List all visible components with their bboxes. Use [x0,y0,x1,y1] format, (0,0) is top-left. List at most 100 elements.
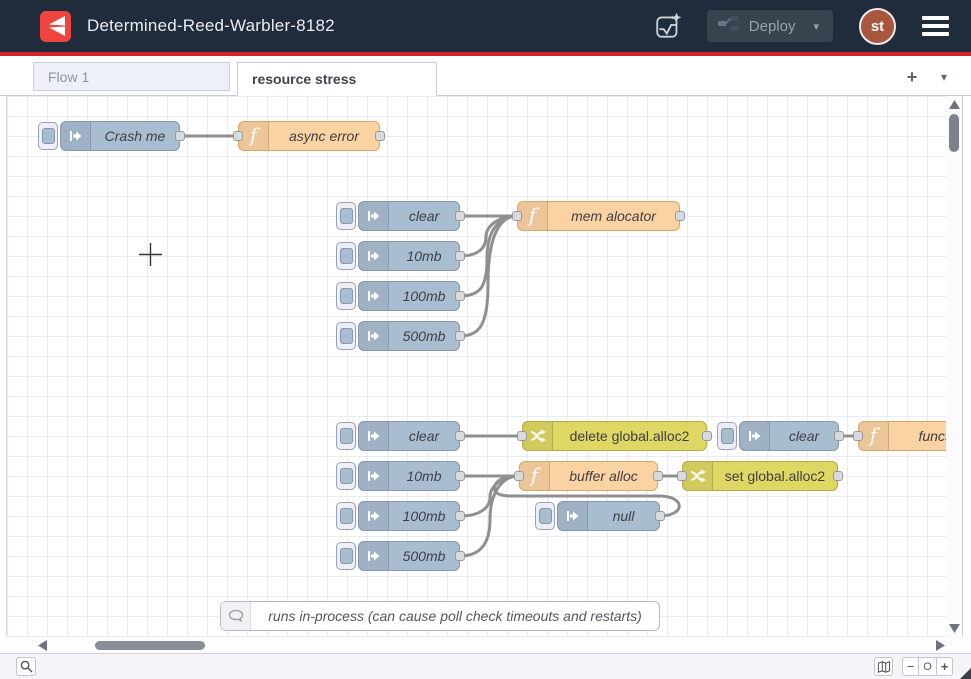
node-inject-500mb[interactable]: 500mb [336,541,460,571]
output-port[interactable] [675,211,685,221]
node-inject-clear[interactable]: clear [717,421,839,451]
output-port[interactable] [455,251,465,261]
inject-trigger-button[interactable] [717,422,737,450]
flowfuse-logo-icon[interactable] [40,11,71,42]
flow-workspace[interactable]: Crash me f async error clear [0,96,963,637]
node-inject-10mb[interactable]: 10mb [336,461,460,491]
inject-trigger-button[interactable] [336,462,356,490]
node-inject-clear[interactable]: clear [336,201,460,231]
comment-label: runs in-process (can cause poll check ti… [251,602,659,630]
deploy-node-icon [717,15,739,37]
deploy-caret-icon[interactable]: ▾ [809,20,823,33]
inject-icon [558,502,588,530]
node-function-mem-alocator[interactable]: f mem alocator [517,201,680,231]
inject-trigger-button[interactable] [38,122,58,150]
inject-icon [359,202,389,230]
inject-trigger-button[interactable] [336,202,356,230]
flow-assistant-icon[interactable] [649,7,689,45]
node-inject-100mb[interactable]: 100mb [336,501,460,531]
node-inject-500mb[interactable]: 500mb [336,321,460,351]
output-port[interactable] [702,431,712,441]
output-port[interactable] [455,331,465,341]
zoom-in-button[interactable]: + [936,657,953,676]
node-red-editor: Determined-Reed-Warbler-8182 Deploy ▾ [0,0,971,679]
node-label: 500mb [389,322,459,350]
main-menu-icon[interactable] [922,16,949,36]
user-avatar[interactable]: st [859,8,896,45]
node-label: clear [770,422,838,450]
inject-icon [359,462,389,490]
zoom-reset-button[interactable]: O [919,657,936,676]
node-label: 10mb [389,242,459,270]
node-function-async-error[interactable]: f async error [238,121,380,151]
node-inject-100mb[interactable]: 100mb [336,281,460,311]
inject-trigger-button[interactable] [535,502,555,530]
output-port[interactable] [175,131,185,141]
node-inject-crash-me[interactable]: Crash me [38,121,180,151]
input-port[interactable] [514,471,524,481]
navigator-toggle-button[interactable] [874,657,893,676]
function-icon: f [520,462,550,490]
function-icon: f [239,122,269,150]
node-inject-clear[interactable]: clear [336,421,460,451]
output-port[interactable] [455,551,465,561]
deploy-button[interactable]: Deploy ▾ [707,10,833,42]
output-port[interactable] [455,431,465,441]
node-change-delete-global-alloc2[interactable]: delete global.alloc2 [522,421,707,451]
node-label: buffer alloc [550,462,657,490]
output-port[interactable] [375,131,385,141]
search-flows-button[interactable] [16,657,36,676]
inject-trigger-button[interactable] [336,242,356,270]
change-icon [683,462,713,490]
node-function-buffer-alloc[interactable]: f buffer alloc [519,461,658,491]
inject-trigger-button[interactable] [336,542,356,570]
node-inject-10mb[interactable]: 10mb [336,241,460,271]
inject-icon [359,242,389,270]
function-icon: f [518,202,548,230]
input-port[interactable] [512,211,522,221]
node-label: set global.alloc2 [713,462,837,490]
zoom-out-button[interactable]: − [902,657,919,676]
node-comment[interactable]: runs in-process (can cause poll check ti… [220,601,660,631]
horizontal-scrollbar[interactable] [0,637,971,653]
tab-resource-stress[interactable]: resource stress [237,62,437,96]
output-port[interactable] [455,211,465,221]
scroll-up-icon[interactable] [949,100,960,109]
scroll-down-icon[interactable] [949,624,960,633]
inject-trigger-button[interactable] [336,282,356,310]
output-port[interactable] [834,431,844,441]
horizontal-scroll-thumb[interactable] [95,641,205,650]
map-icon [877,661,891,673]
inject-trigger-button[interactable] [336,422,356,450]
add-flow-button[interactable]: + [901,66,923,88]
output-port[interactable] [655,511,665,521]
input-port[interactable] [853,431,863,441]
flow-tab-bar: Flow 1 resource stress + ▾ [0,60,971,96]
node-inject-null[interactable]: null [535,501,660,531]
input-port[interactable] [233,131,243,141]
node-label: null [588,502,659,530]
inject-trigger-button[interactable] [336,502,356,530]
node-label: clear [389,422,459,450]
comment-icon [221,602,251,630]
tab-flow-1[interactable]: Flow 1 [33,62,230,91]
inject-trigger-button[interactable] [336,322,356,350]
output-port[interactable] [833,471,843,481]
node-change-set-global-alloc2[interactable]: set global.alloc2 [682,461,838,491]
flow-list-caret-icon[interactable]: ▾ [935,68,953,86]
inject-icon [359,502,389,530]
input-port[interactable] [677,471,687,481]
node-label: 100mb [389,282,459,310]
output-port[interactable] [455,291,465,301]
vertical-scrollbar[interactable] [946,96,963,637]
scroll-right-icon[interactable] [936,640,945,651]
output-port[interactable] [455,471,465,481]
node-label: clear [389,202,459,230]
node-label: delete global.alloc2 [553,422,706,450]
vertical-scroll-thumb[interactable] [949,114,959,152]
input-port[interactable] [517,431,527,441]
node-label: Crash me [91,122,179,150]
output-port[interactable] [455,511,465,521]
output-port[interactable] [653,471,663,481]
scroll-left-icon[interactable] [38,640,47,651]
